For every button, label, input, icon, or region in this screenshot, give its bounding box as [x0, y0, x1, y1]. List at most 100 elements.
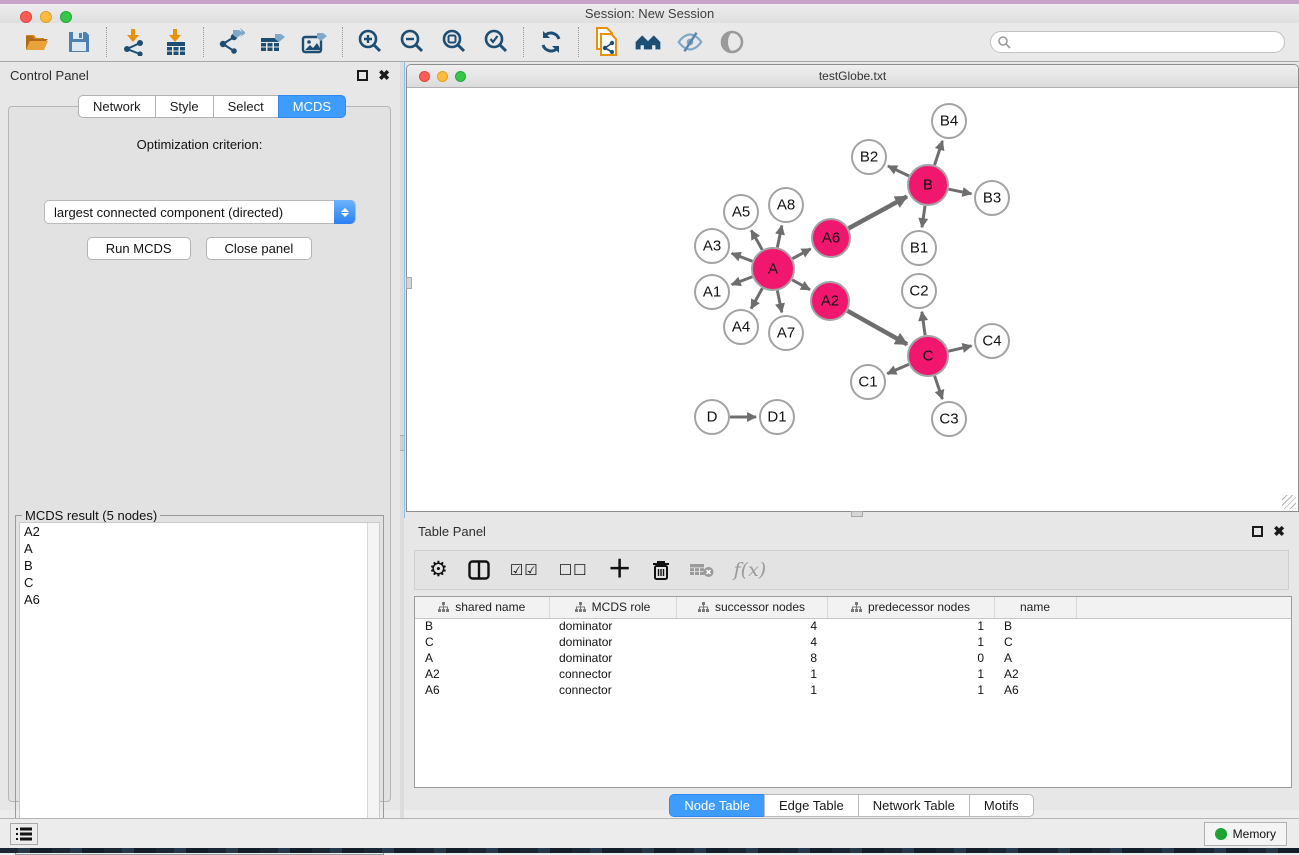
window-resize-grip[interactable]	[1282, 495, 1296, 509]
canvas-handle-left[interactable]	[406, 277, 412, 289]
search-input[interactable]	[990, 31, 1285, 53]
first-neighbors-icon[interactable]	[634, 28, 662, 56]
function-builder-icon[interactable]: f(x)	[734, 559, 767, 581]
float-panel-icon[interactable]	[357, 70, 368, 81]
graph-edge-A-A3[interactable]	[732, 253, 753, 261]
close-panel-button[interactable]: Close panel	[206, 237, 313, 260]
column-header[interactable]	[1076, 597, 1291, 618]
memory-button[interactable]: Memory	[1204, 822, 1287, 846]
column-header[interactable]: name	[994, 597, 1076, 618]
network-window-titlebar[interactable]: testGlobe.txt	[407, 65, 1298, 88]
graph-edge-A-A7[interactable]	[777, 291, 781, 313]
column-header[interactable]: shared name	[415, 597, 549, 618]
table-row[interactable]: A6connector11A6	[415, 682, 1291, 698]
table-row[interactable]: Cdominator41C	[415, 634, 1291, 650]
zoom-window-icon[interactable]	[60, 11, 72, 23]
graph-node-B2[interactable]: B2	[852, 140, 886, 174]
graph-node-D1[interactable]: D1	[760, 400, 794, 434]
column-header[interactable]: predecessor nodes	[827, 597, 994, 618]
delete-table-icon[interactable]	[690, 562, 714, 578]
clone-network-icon[interactable]	[592, 28, 620, 56]
tab-network[interactable]: Network	[78, 95, 155, 118]
import-network-icon[interactable]	[120, 28, 148, 56]
delete-column-icon[interactable]	[652, 560, 670, 581]
graph-edge-A-A8[interactable]	[777, 226, 781, 248]
column-header[interactable]: MCDS role	[549, 597, 676, 618]
tab-select[interactable]: Select	[213, 95, 278, 118]
graph-edge-A-A4[interactable]	[751, 288, 762, 308]
result-list-item[interactable]: A6	[20, 591, 379, 608]
select-unchecked-icon[interactable]: ☐☐	[559, 561, 588, 579]
select-checked-icon[interactable]: ☑☑	[510, 561, 539, 579]
minimize-window-icon[interactable]	[40, 11, 52, 23]
criterion-dropdown[interactable]: largest connected component (directed)	[44, 200, 356, 224]
network-minimize-icon[interactable]	[437, 71, 448, 82]
graph-node-C2[interactable]: C2	[902, 274, 936, 308]
column-header[interactable]: successor nodes	[676, 597, 827, 618]
graph-edge-A-A1[interactable]	[732, 277, 753, 285]
graph-edge-B-B1[interactable]	[922, 206, 925, 227]
table-row[interactable]: Bdominator41B	[415, 618, 1291, 634]
hide-selected-icon[interactable]	[676, 28, 704, 56]
graph-node-B1[interactable]: B1	[902, 231, 936, 265]
tab-edge-table[interactable]: Edge Table	[764, 794, 858, 817]
graph-node-D[interactable]: D	[695, 400, 729, 434]
tab-style[interactable]: Style	[155, 95, 213, 118]
graph-edge-A-A5[interactable]	[751, 230, 762, 250]
result-list-scrollbar[interactable]	[367, 523, 379, 851]
zoom-selected-icon[interactable]	[482, 28, 510, 56]
result-list-item[interactable]: A2	[20, 523, 379, 540]
graph-node-A8[interactable]: A8	[769, 188, 803, 222]
graph-edge-B-B3[interactable]	[949, 189, 972, 194]
node-table[interactable]: shared nameMCDS rolesuccessor nodesprede…	[415, 597, 1292, 698]
result-list-item[interactable]: A	[20, 540, 379, 557]
graph-node-A6[interactable]: A6	[812, 219, 850, 257]
graph-node-A2[interactable]: A2	[811, 282, 849, 320]
tab-node-table[interactable]: Node Table	[669, 794, 764, 817]
graph-node-A5[interactable]: A5	[724, 195, 758, 229]
graph-node-A7[interactable]: A7	[769, 316, 803, 350]
network-window[interactable]: testGlobe.txt B4 B2 B B3 A5 A8 A	[406, 64, 1299, 512]
graph-edge-A6-B[interactable]	[849, 197, 907, 229]
tab-motifs[interactable]: Motifs	[969, 794, 1034, 817]
graph-node-C1[interactable]: C1	[851, 365, 885, 399]
graph-edge-C-C2[interactable]	[922, 312, 925, 335]
graph-node-A4[interactable]: A4	[724, 310, 758, 344]
export-table-icon[interactable]	[259, 28, 287, 56]
result-list-item[interactable]: B	[20, 557, 379, 574]
zoom-out-icon[interactable]	[398, 28, 426, 56]
zoom-fit-icon[interactable]	[440, 28, 468, 56]
zoom-in-icon[interactable]	[356, 28, 384, 56]
window-titlebar[interactable]: Session: New Session	[0, 4, 1299, 23]
network-close-icon[interactable]	[419, 71, 430, 82]
graph-node-B4[interactable]: B4	[932, 104, 966, 138]
task-history-icon[interactable]	[10, 823, 38, 845]
settings-gear-icon[interactable]: ⚙	[429, 560, 448, 580]
close-panel-icon[interactable]: ✖	[378, 70, 390, 81]
refresh-icon[interactable]	[537, 28, 565, 56]
tab-mcds[interactable]: MCDS	[278, 95, 346, 118]
graph-edge-A2-C[interactable]	[847, 311, 907, 344]
split-columns-icon[interactable]	[468, 560, 490, 580]
export-network-icon[interactable]	[217, 28, 245, 56]
show-graphics-icon[interactable]	[718, 28, 746, 56]
mcds-result-list[interactable]: A2ABCA6	[19, 522, 380, 852]
import-table-icon[interactable]	[162, 28, 190, 56]
graph-edge-A-A6[interactable]	[792, 249, 810, 259]
graph-node-C[interactable]: C	[908, 336, 948, 376]
float-table-panel-icon[interactable]	[1252, 526, 1263, 537]
tab-network-table[interactable]: Network Table	[858, 794, 969, 817]
graph-edge-C-C4[interactable]	[948, 346, 971, 351]
result-list-item[interactable]: C	[20, 574, 379, 591]
graph-node-A[interactable]: A	[752, 248, 794, 290]
network-canvas[interactable]: B4B2BB3A5A8A6B1A3AC2A1A2A4A7CC4C1C3DD1	[407, 88, 1298, 511]
save-session-icon[interactable]	[65, 28, 93, 56]
close-window-icon[interactable]	[20, 11, 32, 23]
graph-node-B3[interactable]: B3	[975, 181, 1009, 215]
graph-node-B[interactable]: B	[908, 165, 948, 205]
run-mcds-button[interactable]: Run MCDS	[87, 237, 191, 260]
graph-edge-A-A2[interactable]	[792, 280, 810, 290]
open-file-icon[interactable]	[23, 28, 51, 56]
graph-edge-C-C3[interactable]	[935, 376, 943, 399]
network-graph[interactable]: B4B2BB3A5A8A6B1A3AC2A1A2A4A7CC4C1C3DD1	[407, 88, 1298, 511]
